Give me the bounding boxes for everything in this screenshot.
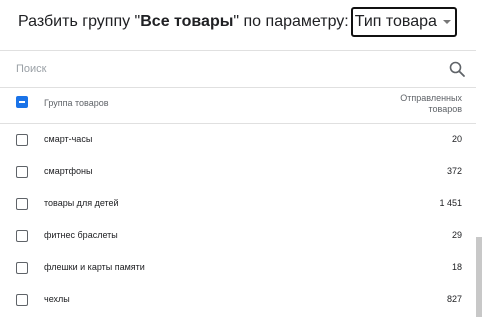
row-value: 372 [446, 166, 462, 176]
row-checkbox[interactable] [16, 294, 28, 306]
table-row[interactable]: чехлы 827 [0, 284, 476, 316]
table-row[interactable]: смарт-часы 20 [0, 124, 476, 156]
parameter-dropdown[interactable]: Тип товара [350, 7, 457, 37]
column-header-sent: Отправленных товаров [400, 93, 462, 114]
row-name: смартфоны [44, 166, 93, 176]
scrollbar[interactable] [476, 237, 482, 317]
row-value: 29 [451, 230, 462, 240]
row-name: флешки и карты памяти [44, 262, 145, 272]
row-checkbox[interactable] [16, 262, 28, 274]
row-checkbox[interactable] [16, 134, 28, 146]
parameter-dropdown-value: Тип товара [354, 13, 437, 30]
select-all-checkbox[interactable] [16, 96, 28, 108]
table-row[interactable]: товары для детей 1 451 [0, 188, 476, 220]
column-header-group: Группа товаров [44, 98, 109, 108]
split-header: Разбить группу " Все товары " по парамет… [18, 6, 490, 38]
table-row[interactable]: флешки и карты памяти 18 [0, 252, 476, 284]
header-prefix: Разбить группу " [18, 13, 141, 30]
search-input[interactable] [16, 60, 416, 78]
header-suffix: " по параметру: [233, 13, 349, 30]
row-checkbox[interactable] [16, 198, 28, 210]
row-name: смарт-часы [44, 134, 93, 144]
row-value: 18 [451, 262, 462, 272]
row-checkbox[interactable] [16, 166, 28, 178]
chevron-down-icon [442, 20, 451, 24]
row-checkbox[interactable] [16, 230, 28, 242]
search-bar [0, 50, 476, 88]
row-name: чехлы [44, 294, 70, 304]
table-row[interactable]: смартфоны 372 [0, 156, 476, 188]
row-name: фитнес браслеты [44, 230, 118, 240]
row-name: товары для детей [44, 198, 119, 208]
row-value: 827 [446, 294, 462, 304]
table-row[interactable]: фитнес браслеты 29 [0, 220, 476, 252]
row-value: 20 [451, 134, 462, 144]
table-header: Группа товаров Отправленных товаров [0, 87, 476, 124]
search-icon[interactable] [448, 60, 466, 78]
group-name: Все товары [140, 13, 234, 30]
row-value: 1 451 [439, 198, 462, 208]
